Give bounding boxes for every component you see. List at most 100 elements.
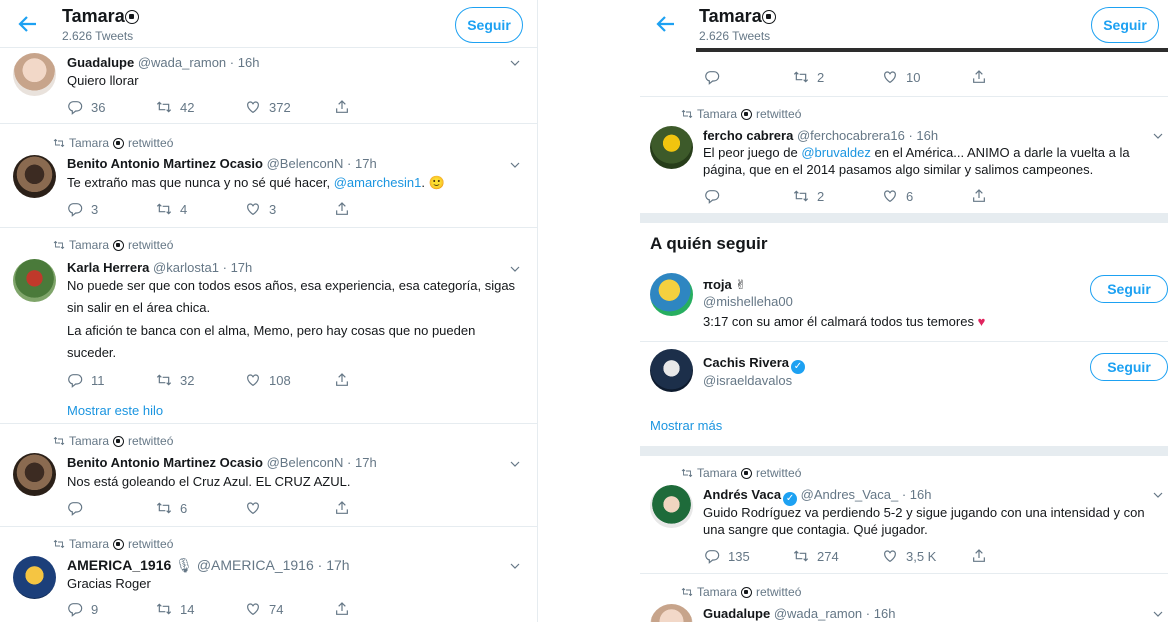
- tweet-time[interactable]: 17h: [231, 260, 253, 275]
- reply-button[interactable]: [67, 500, 156, 516]
- retweet-button[interactable]: 4: [156, 201, 245, 217]
- avatar[interactable]: [13, 453, 56, 496]
- retweeter-name[interactable]: Tamara: [69, 136, 109, 150]
- tweet[interactable]: Tamara retwitteó AMERICA_1916 🎙 @AMERICA…: [0, 527, 537, 622]
- follow-button[interactable]: Seguir: [455, 7, 523, 43]
- like-button[interactable]: 74: [245, 601, 334, 617]
- suggested-user-handle[interactable]: @mishelleha00: [703, 294, 793, 309]
- share-button[interactable]: [334, 372, 423, 388]
- follow-button[interactable]: Seguir: [1090, 275, 1168, 303]
- author-handle[interactable]: @wada_ramon: [138, 55, 226, 70]
- share-button[interactable]: [334, 601, 423, 617]
- like-button[interactable]: 108: [245, 372, 334, 388]
- retweeter-name[interactable]: Tamara: [697, 585, 737, 599]
- share-button[interactable]: [971, 188, 1060, 204]
- retweet-button[interactable]: 6: [156, 500, 245, 516]
- avatar[interactable]: [13, 53, 56, 96]
- share-button[interactable]: [334, 99, 423, 115]
- follow-suggestion[interactable]: Cachis Rivera ✓ @israeldavalos Seguir: [640, 342, 1168, 404]
- author-name[interactable]: Andrés Vaca: [703, 487, 781, 502]
- tweet[interactable]: Tamara retwitteó Benito Antonio Martinez…: [0, 424, 537, 527]
- reply-button[interactable]: 11: [67, 372, 156, 388]
- author-name[interactable]: Benito Antonio Martinez Ocasio: [67, 455, 263, 470]
- tweet-time[interactable]: 16h: [238, 55, 260, 70]
- retweet-button[interactable]: 32: [156, 372, 245, 388]
- reply-button[interactable]: [704, 69, 793, 85]
- retweeter-name[interactable]: Tamara: [697, 466, 737, 480]
- tweet[interactable]: Tamara retwitteó Guadalupe @wada_ramon ·…: [640, 574, 1168, 622]
- author-name[interactable]: AMERICA_1916: [67, 557, 171, 573]
- reply-button[interactable]: 135: [704, 548, 793, 564]
- share-button[interactable]: [334, 500, 423, 516]
- tweet-time[interactable]: 17h: [355, 455, 377, 470]
- tweet[interactable]: Guadalupe @wada_ramon · 16h Quiero llora…: [0, 48, 537, 124]
- reply-button[interactable]: 9: [67, 601, 156, 617]
- tweet-time[interactable]: 16h: [910, 487, 932, 502]
- chevron-down-icon[interactable]: [1152, 608, 1164, 620]
- retweeter-name[interactable]: Tamara: [69, 537, 109, 551]
- author-name[interactable]: Guadalupe: [67, 55, 134, 70]
- share-button[interactable]: [971, 548, 1060, 564]
- retweet-button[interactable]: 2: [793, 188, 882, 204]
- chevron-down-icon[interactable]: [1152, 489, 1164, 501]
- like-button[interactable]: 3,5 K: [882, 548, 971, 564]
- like-button[interactable]: 6: [882, 188, 971, 204]
- suggested-user-name[interactable]: Cachis Rivera: [703, 355, 789, 370]
- avatar[interactable]: [13, 155, 56, 198]
- tweet[interactable]: Tamara retwitteó fercho cabrera @ferchoc…: [640, 97, 1168, 213]
- suggested-user-name[interactable]: πoja: [703, 277, 732, 292]
- tweet-time[interactable]: 17h: [326, 557, 349, 573]
- chevron-down-icon[interactable]: [509, 57, 521, 69]
- chevron-down-icon[interactable]: [509, 458, 521, 470]
- author-handle[interactable]: @Andres_Vaca_: [801, 487, 899, 502]
- chevron-down-icon[interactable]: [1152, 130, 1164, 142]
- follow-suggestion[interactable]: πoja ✌ @mishelleha00 3:17 con su amor él…: [640, 264, 1168, 342]
- author-name[interactable]: fercho cabrera: [703, 128, 793, 143]
- reply-button[interactable]: 3: [67, 201, 156, 217]
- author-handle[interactable]: @wada_ramon: [774, 606, 862, 621]
- avatar[interactable]: [13, 556, 56, 599]
- retweet-button[interactable]: 14: [156, 601, 245, 617]
- suggested-user-handle[interactable]: @israeldavalos: [703, 373, 792, 388]
- retweeter-name[interactable]: Tamara: [69, 434, 109, 448]
- retweeter-name[interactable]: Tamara: [697, 107, 737, 121]
- retweet-button[interactable]: 2: [793, 69, 882, 85]
- tweet-time[interactable]: 17h: [355, 156, 377, 171]
- chevron-down-icon[interactable]: [509, 159, 521, 171]
- author-name[interactable]: Benito Antonio Martinez Ocasio: [67, 156, 263, 171]
- avatar[interactable]: [650, 273, 693, 316]
- author-handle[interactable]: @BelenconN: [267, 156, 344, 171]
- avatar[interactable]: [650, 126, 693, 169]
- mention-link[interactable]: @amarchesin1: [334, 175, 422, 190]
- tweet[interactable]: Tamara retwitteó Karla Herrera @karlosta…: [0, 228, 537, 424]
- chevron-down-icon[interactable]: [509, 263, 521, 275]
- follow-button[interactable]: Seguir: [1091, 7, 1159, 43]
- back-arrow-icon[interactable]: [16, 12, 40, 36]
- tweet[interactable]: Tamara retwitteó Benito Antonio Martinez…: [0, 124, 537, 228]
- avatar[interactable]: [650, 485, 693, 528]
- tweet[interactable]: Tamara retwitteó Andrés Vaca ✓ @Andres_Va…: [640, 456, 1168, 574]
- share-button[interactable]: [971, 69, 1060, 85]
- like-button[interactable]: 10: [882, 69, 971, 85]
- author-handle[interactable]: @ferchocabrera16: [797, 128, 905, 143]
- author-handle[interactable]: @BelenconN: [267, 455, 344, 470]
- back-arrow-icon[interactable]: [654, 12, 678, 36]
- like-button[interactable]: [245, 500, 334, 516]
- author-handle[interactable]: @AMERICA_1916: [197, 557, 314, 573]
- avatar[interactable]: [650, 349, 693, 392]
- author-name[interactable]: Karla Herrera: [67, 260, 149, 275]
- reply-button[interactable]: 36: [67, 99, 156, 115]
- avatar[interactable]: [650, 604, 693, 622]
- reply-button[interactable]: [704, 188, 793, 204]
- retweet-button[interactable]: 42: [156, 99, 245, 115]
- tweet-time[interactable]: 16h: [874, 606, 896, 621]
- follow-button[interactable]: Seguir: [1090, 353, 1168, 381]
- retweet-button[interactable]: 274: [793, 548, 882, 564]
- retweeter-name[interactable]: Tamara: [69, 238, 109, 252]
- share-button[interactable]: [334, 201, 423, 217]
- tweet-time[interactable]: 16h: [916, 128, 938, 143]
- author-handle[interactable]: @karlosta1: [153, 260, 219, 275]
- tweet[interactable]: 2 10: [640, 52, 1168, 97]
- show-thread-link[interactable]: Mostrar este hilo: [67, 403, 163, 418]
- like-button[interactable]: 372: [245, 99, 334, 115]
